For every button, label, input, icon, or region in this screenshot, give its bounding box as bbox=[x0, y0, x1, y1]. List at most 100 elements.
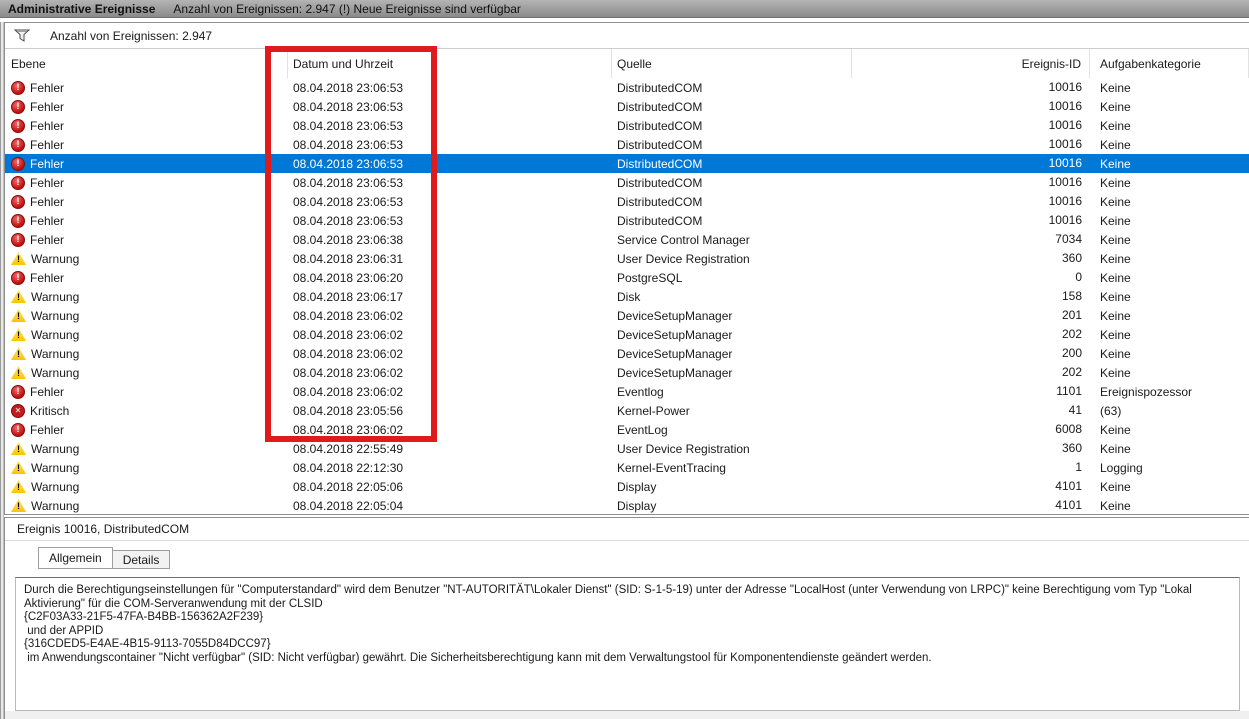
event-id: 202 bbox=[1061, 365, 1082, 379]
table-row[interactable]: ! Fehler 08.04.2018 23:06:20 PostgreSQL 0 Kei… bbox=[5, 268, 1249, 287]
preview-body-line: im Anwendungscontainer "Nicht verfügbar"… bbox=[24, 651, 932, 664]
table-row[interactable]: ! Warnung 08.04.2018 23:06:31 User Device R… bbox=[5, 249, 1249, 268]
table-row[interactable]: ! Warnung 08.04.2018 23:06:02 DeviceSetupMa… bbox=[5, 344, 1249, 363]
event-id: 41 bbox=[1068, 403, 1082, 417]
table-row[interactable]: ! Fehler 08.04.2018 23:06:53 DistributedCOM… bbox=[5, 135, 1249, 154]
table-row[interactable]: ! Fehler 08.04.2018 23:06:38 Service Contro… bbox=[5, 230, 1249, 249]
window-left-edge bbox=[0, 22, 4, 719]
event-id: 202 bbox=[1061, 327, 1082, 341]
level-label: Warnung bbox=[31, 346, 80, 361]
table-row[interactable]: ! Fehler 08.04.2018 23:06:02 Eventlog 1101 Er… bbox=[5, 382, 1249, 401]
table-row[interactable]: ! Fehler 08.04.2018 23:06:53 DistributedCOM… bbox=[5, 97, 1249, 116]
event-source: EventLog bbox=[617, 422, 668, 437]
event-category: Keine bbox=[1100, 80, 1131, 95]
table-row[interactable]: ! Warnung 08.04.2018 22:55:49 User Device R… bbox=[5, 439, 1249, 458]
event-category: Keine bbox=[1100, 479, 1131, 494]
level-label: Warnung bbox=[31, 308, 80, 323]
level-label: Fehler bbox=[30, 137, 65, 152]
column-header-date[interactable]: Datum und Uhrzeit bbox=[288, 49, 612, 78]
table-row[interactable]: ! Warnung 08.04.2018 23:06:02 DeviceSetupMa… bbox=[5, 325, 1249, 344]
preview-body-line: Durch die Berechtigungseinstellungen für… bbox=[24, 584, 1192, 596]
event-date: 08.04.2018 23:06:53 bbox=[293, 213, 404, 228]
event-date: 08.04.2018 23:06:02 bbox=[293, 422, 404, 437]
table-row[interactable]: ! Warnung 08.04.2018 22:05:06 Display 4101 Ke… bbox=[5, 477, 1249, 496]
event-id: 6008 bbox=[1055, 422, 1082, 436]
event-date: 08.04.2018 23:06:53 bbox=[293, 137, 404, 152]
error-icon: ! bbox=[11, 232, 25, 247]
error-icon: ! bbox=[11, 156, 25, 171]
event-date: 08.04.2018 23:06:53 bbox=[293, 80, 404, 95]
level-label: Fehler bbox=[30, 99, 65, 114]
error-icon: ! bbox=[11, 213, 25, 228]
event-id: 10016 bbox=[1048, 80, 1082, 94]
event-id: 10016 bbox=[1048, 213, 1082, 227]
event-date: 08.04.2018 23:06:53 bbox=[293, 194, 404, 209]
warning-icon: ! bbox=[11, 499, 26, 512]
table-row[interactable]: ! Warnung 08.04.2018 23:06:02 DeviceSetupMa… bbox=[5, 363, 1249, 382]
event-category: (63) bbox=[1100, 403, 1122, 418]
table-row[interactable]: ! Fehler 08.04.2018 23:06:53 DistributedCOM… bbox=[5, 78, 1249, 97]
level-label: Warnung bbox=[31, 441, 80, 456]
event-date: 08.04.2018 23:06:02 bbox=[293, 327, 404, 342]
warning-icon: ! bbox=[11, 366, 26, 379]
event-id: 1 bbox=[1075, 460, 1082, 474]
table-row[interactable]: ! Warnung 08.04.2018 22:05:04 Display 4101 Ke… bbox=[5, 496, 1249, 514]
table-row[interactable]: ! Fehler 08.04.2018 23:06:53 DistributedCOM… bbox=[5, 211, 1249, 230]
event-source: DeviceSetupManager bbox=[617, 308, 733, 323]
event-id: 1101 bbox=[1056, 384, 1082, 398]
filter-funnel-icon bbox=[14, 29, 30, 42]
tab-allgemein[interactable]: Allgemein bbox=[38, 547, 113, 569]
table-row[interactable]: ! Fehler 08.04.2018 23:06:53 DistributedCOM… bbox=[5, 116, 1249, 135]
table-row[interactable]: ! Warnung 08.04.2018 23:06:02 DeviceSetupMa… bbox=[5, 306, 1249, 325]
event-source: Display bbox=[617, 479, 657, 494]
filter-bar: Anzahl von Ereignissen: 2.947 bbox=[5, 23, 1249, 49]
event-date: 08.04.2018 23:06:53 bbox=[293, 175, 404, 190]
event-source: Eventlog bbox=[617, 384, 664, 399]
event-category: Keine bbox=[1100, 498, 1131, 513]
event-category: Keine bbox=[1100, 251, 1131, 266]
event-source: DistributedCOM bbox=[617, 118, 703, 133]
event-source: User Device Registration bbox=[617, 441, 750, 456]
event-id: 10016 bbox=[1048, 194, 1082, 208]
event-date: 08.04.2018 23:06:53 bbox=[293, 118, 404, 133]
warning-icon: ! bbox=[11, 347, 26, 360]
warning-icon: ! bbox=[11, 309, 26, 322]
column-header-source[interactable]: Quelle bbox=[612, 49, 852, 78]
event-category: Keine bbox=[1100, 346, 1131, 361]
event-date: 08.04.2018 23:06:17 bbox=[293, 289, 404, 304]
table-row[interactable]: ✕ Kritisch 08.04.2018 23:05:56 Kernel-Power… bbox=[5, 401, 1249, 420]
column-header-level[interactable]: Ebene bbox=[5, 49, 288, 78]
event-id: 10016 bbox=[1048, 156, 1082, 170]
error-icon: ! bbox=[11, 270, 25, 285]
event-id: 4101 bbox=[1055, 479, 1082, 493]
table-row[interactable]: ! Fehler 08.04.2018 23:06:53 DistributedCOM… bbox=[5, 192, 1249, 211]
error-icon: ! bbox=[11, 422, 25, 437]
pane-bottom-gutter bbox=[5, 711, 1249, 719]
event-date: 08.04.2018 23:06:53 bbox=[293, 99, 404, 114]
table-row[interactable]: ! Warnung 08.04.2018 23:06:17 Disk 158 Keine bbox=[5, 287, 1249, 306]
event-date: 08.04.2018 23:06:02 bbox=[293, 308, 404, 323]
table-row[interactable]: ! Warnung 08.04.2018 22:12:30 Kernel-EventT… bbox=[5, 458, 1249, 477]
warning-icon: ! bbox=[11, 461, 26, 474]
event-source: Kernel-EventTracing bbox=[617, 460, 726, 475]
event-date: 08.04.2018 23:06:02 bbox=[293, 365, 404, 380]
column-header-cat[interactable]: Aufgabenkategorie bbox=[1090, 49, 1249, 78]
tab-details[interactable]: Details bbox=[112, 550, 171, 569]
event-category: Keine bbox=[1100, 327, 1131, 342]
table-row[interactable]: ! Fehler 08.04.2018 23:06:53 DistributedCOM… bbox=[5, 154, 1249, 173]
event-category: Keine bbox=[1100, 289, 1131, 304]
tab-strip: Allgemein Details bbox=[5, 547, 1249, 570]
header-row: Ebene Datum und Uhrzeit Quelle Ereignis-ID A… bbox=[5, 49, 1249, 78]
event-category: Keine bbox=[1100, 441, 1131, 456]
event-source: PostgreSQL bbox=[617, 270, 683, 285]
event-source: Kernel-Power bbox=[617, 403, 690, 418]
level-label: Warnung bbox=[31, 365, 80, 380]
level-label: Warnung bbox=[31, 479, 80, 494]
table-row[interactable]: ! Fehler 08.04.2018 23:06:53 DistributedCOM… bbox=[5, 173, 1249, 192]
event-id: 360 bbox=[1061, 251, 1082, 265]
level-label: Warnung bbox=[31, 251, 80, 266]
event-date: 08.04.2018 22:55:49 bbox=[293, 441, 404, 456]
table-row[interactable]: ! Fehler 08.04.2018 23:06:02 EventLog 6008 Ke… bbox=[5, 420, 1249, 439]
event-id: 158 bbox=[1061, 289, 1082, 303]
column-header-id[interactable]: Ereignis-ID bbox=[852, 49, 1090, 78]
